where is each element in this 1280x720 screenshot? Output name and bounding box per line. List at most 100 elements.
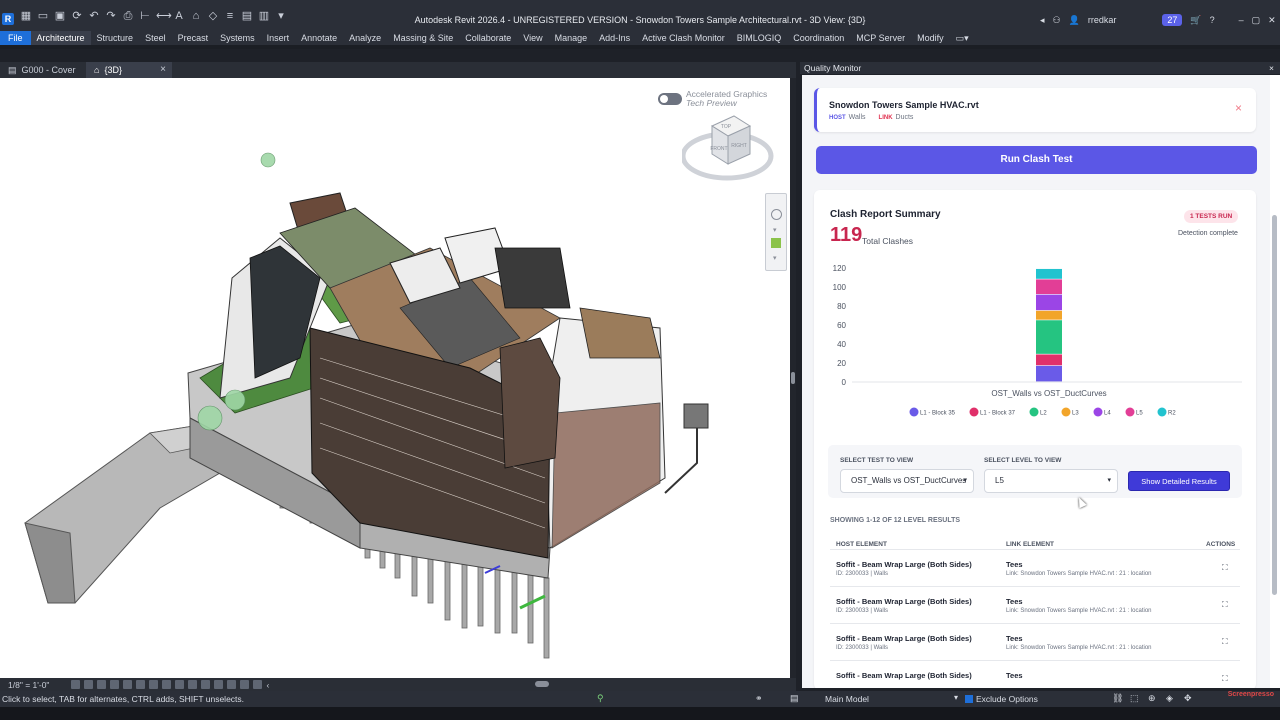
close-tab-icon[interactable]: × [160,64,166,75]
undo-icon[interactable]: ↶ [88,10,100,22]
ribbon-tab-insert[interactable]: Insert [261,31,296,45]
detail-level-icon[interactable] [71,680,81,689]
bar-segment-r2[interactable] [1036,268,1062,279]
select-by-face-icon[interactable]: ◈ [1166,693,1173,704]
run-clash-test-button[interactable]: Run Clash Test [816,146,1257,174]
table-row[interactable]: Soffit - Beam Wrap Large (Both Sides) ID:… [830,623,1240,659]
shadows-icon[interactable] [110,680,120,689]
ribbon-tab-massing-site[interactable]: Massing & Site [387,31,459,45]
ribbon-tab-bimlogiq[interactable]: BIMLOGIQ [731,31,788,45]
cart-icon[interactable]: 🛒 [1190,15,1201,26]
ribbon-extensions-icon[interactable]: ▭▾ [950,31,975,45]
accelerated-graphics-toggle[interactable] [658,93,682,105]
test-select[interactable]: OST_Walls vs OST_DuctCurves ▾ [840,469,974,493]
crop-region-icon[interactable] [149,680,159,689]
exclude-options[interactable]: Exclude Options [965,694,1038,704]
ribbon-tab-modify[interactable]: Modify [911,31,950,45]
select-pinned-icon[interactable]: ⊕ [1148,693,1156,704]
chevron-down-icon[interactable]: ▾ [954,693,958,702]
ribbon-tab-steel[interactable]: Steel [139,31,172,45]
revit-logo[interactable]: R [2,13,14,25]
legend-label[interactable]: R2 [1168,411,1176,417]
sync-icon[interactable]: ⟳ [71,10,83,22]
help-icon[interactable]: ? [1210,15,1215,25]
bar-segment-l5[interactable] [1036,279,1062,294]
chevron-left-icon[interactable]: ◂ [1040,15,1045,26]
switch-windows-icon[interactable]: ▥ [258,10,270,22]
active-model[interactable]: Main Model [825,694,869,704]
legend-label[interactable]: L1 - Block 37 [980,411,1016,417]
table-row[interactable]: Soffit - Beam Wrap Large (Both Sides) ID:… [830,586,1240,622]
constraints-icon[interactable] [240,680,250,689]
ribbon-tab-active-clash-monitor[interactable]: Active Clash Monitor [636,31,731,45]
close-window-icon[interactable]: ✕ [1268,15,1276,26]
scroll-thumb[interactable] [1272,215,1277,595]
panel-scrollbar[interactable] [1270,75,1280,688]
tab-3d-view[interactable]: ⌂ {3D} × [86,62,172,78]
render-icon[interactable] [123,680,133,689]
lock-icon[interactable] [162,680,172,689]
select-links-icon[interactable]: ⛓ [1112,693,1123,704]
bar-segment-l1-block-35[interactable] [1036,365,1062,382]
bar-segment-l4[interactable] [1036,294,1062,311]
legend-label[interactable]: L4 [1104,411,1111,417]
legend-label[interactable]: L3 [1072,411,1079,417]
sun-path-icon[interactable] [97,680,107,689]
drag-elements-icon[interactable]: ✥ [1184,693,1192,704]
scroll-thumb[interactable] [791,372,795,384]
bar-segment-l1-block-37[interactable] [1036,354,1062,366]
filter-icon[interactable]: ⚭ [755,693,763,704]
ribbon-tab-view[interactable]: View [517,31,548,45]
close-panel-icon[interactable]: × [1269,63,1274,73]
preview-icon[interactable] [253,680,263,689]
worksets-icon[interactable]: ⚲ [597,693,604,704]
temp-hide-icon[interactable] [175,680,185,689]
view-scale[interactable]: 1/8" = 1'-0" [8,680,49,690]
dimension-icon[interactable]: ⟷ [156,10,172,22]
worksharing-icon[interactable] [201,680,211,689]
bar-segment-l3[interactable] [1036,310,1062,320]
legend-label[interactable]: L5 [1136,411,1143,417]
steering-wheel-icon[interactable] [771,209,782,220]
design-options-icon[interactable]: ▤ [790,693,799,704]
highlight-icon[interactable] [227,680,237,689]
3d-viewport[interactable]: Accelerated Graphics Tech Preview TOP FR… [0,78,790,678]
viewcube-front-label[interactable]: FRONT [710,146,727,152]
bar-segment-l2[interactable] [1036,320,1062,354]
building-model[interactable] [0,78,790,678]
viewcube-right-label[interactable]: RIGHT [731,143,747,149]
chevron-down-icon[interactable]: ▾ [773,226,777,234]
visual-style-icon[interactable] [84,680,94,689]
ribbon-tab-manage[interactable]: Manage [549,31,594,45]
reveal-hidden-icon[interactable] [188,680,198,689]
user-icon[interactable]: 👤 [1069,15,1080,26]
ribbon-tab-precast[interactable]: Precast [172,31,215,45]
binoculars-icon[interactable]: ⚇ [1053,15,1061,26]
home-icon[interactable]: ▦ [20,10,32,22]
zoom-to-element-icon[interactable]: ⛶ [1222,637,1230,646]
ribbon-tab-architecture[interactable]: Architecture [30,31,91,45]
zoom-to-element-icon[interactable]: ⛶ [1222,563,1230,572]
ribbon-tab-add-ins[interactable]: Add-Ins [593,31,636,45]
ribbon-tab-file[interactable]: File [0,31,31,45]
legend-label[interactable]: L2 [1040,411,1047,417]
chevron-down-icon[interactable]: ▾ [773,254,777,262]
thin-lines-icon[interactable]: ≡ [224,10,236,22]
viewcube-top-label[interactable]: TOP [721,124,732,130]
analytical-icon[interactable] [214,680,224,689]
viewport-vertical-scrollbar[interactable] [790,78,796,678]
ribbon-tab-structure[interactable]: Structure [91,31,140,45]
exclude-checkbox[interactable] [965,695,973,703]
remove-file-icon[interactable]: × [1235,101,1242,115]
text-icon[interactable]: A [173,10,185,22]
close-hidden-icon[interactable]: ▤ [241,10,253,22]
ribbon-tab-annotate[interactable]: Annotate [295,31,343,45]
view-cube[interactable]: TOP FRONT RIGHT [682,114,774,186]
navigation-bar[interactable]: ▾ ▾ [765,193,787,271]
zoom-to-element-icon[interactable]: ⛶ [1222,600,1230,609]
ribbon-tab-analyze[interactable]: Analyze [343,31,387,45]
show-detailed-results-button[interactable]: Show Detailed Results [1128,471,1230,491]
zoom-to-element-icon[interactable]: ⛶ [1222,674,1230,683]
level-select[interactable]: L5 ▾ [984,469,1118,493]
customize-icon[interactable]: ▾ [275,10,287,22]
